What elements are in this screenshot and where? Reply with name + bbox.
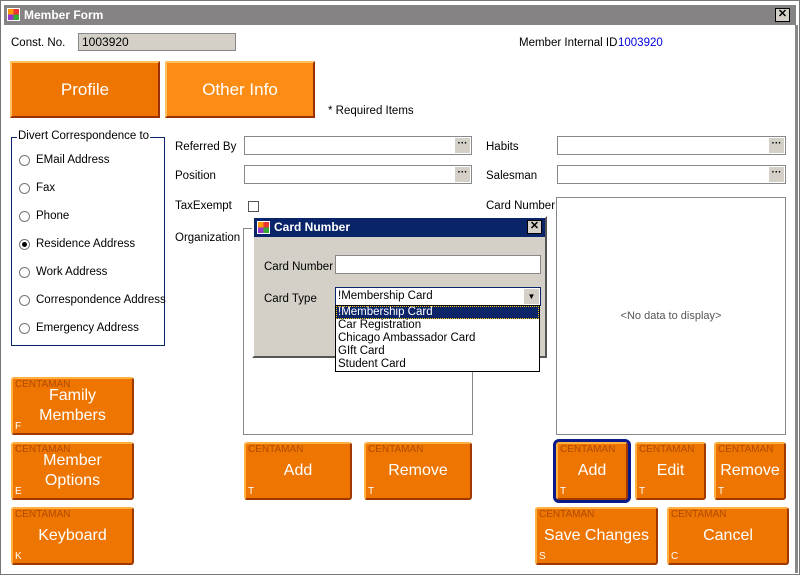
card-type-label: Card Type	[264, 293, 317, 305]
window-edge	[795, 25, 798, 573]
shortcut-key: F	[15, 421, 22, 432]
dialog-card-number-label: Card Number	[264, 261, 334, 273]
brand-text: CENTAMAN	[718, 444, 774, 455]
radio-button[interactable]	[19, 323, 30, 334]
ellipsis-button[interactable]: ···	[769, 167, 784, 182]
position-field[interactable]: ···	[244, 165, 472, 184]
radio-button[interactable]	[19, 267, 30, 278]
card-type-value: !Membership Card	[338, 290, 433, 302]
card-type-dropdown-list: !Membership Card Car Registration Chicago …	[335, 305, 540, 372]
family-button[interactable]: CENTAMAN Family Members F	[11, 377, 134, 435]
brand-text: CENTAMAN	[539, 509, 595, 520]
options-button[interactable]: CENTAMAN Member Options E	[11, 442, 134, 500]
shortcut-key: T	[560, 486, 567, 497]
cancel-button[interactable]: CENTAMAN Cancel C	[667, 507, 789, 565]
brand-text: CENTAMAN	[15, 509, 71, 520]
dialog-title-bar: Card Number ✕	[254, 218, 545, 237]
member-internal-id-value: 1003920	[618, 37, 663, 49]
radio-label: Phone	[36, 210, 70, 222]
radio-button[interactable]	[19, 183, 30, 194]
shortcut-key: S	[539, 551, 546, 562]
card-type-select[interactable]: !Membership Card ▼	[335, 287, 541, 306]
chevron-down-icon[interactable]: ▼	[524, 289, 539, 304]
radio-label: Fax	[36, 182, 56, 194]
divert-legend: Divert Correspondence to	[17, 130, 151, 142]
radio-label: Correspondence Address	[36, 294, 166, 306]
member-internal-id-label: Member Internal ID	[519, 37, 618, 49]
habits-field[interactable]: ···	[557, 136, 786, 155]
radio-label: EMail Address	[36, 154, 110, 166]
position-label: Position	[175, 170, 216, 182]
button-label: Member Options	[43, 452, 102, 489]
brand-text: CENTAMAN	[368, 444, 424, 455]
card-type-option[interactable]: Student Card	[336, 358, 539, 371]
tab-profile[interactable]: Profile	[10, 61, 160, 118]
title-bar: Member Form ✕	[4, 5, 796, 25]
salesman-field[interactable]: ···	[557, 165, 786, 184]
close-button[interactable]: ✕	[775, 8, 790, 22]
shortcut-key: K	[15, 551, 22, 562]
dialog-close-button[interactable]: ✕	[527, 220, 542, 234]
button-label: Remove	[720, 462, 780, 479]
brand-text: CENTAMAN	[560, 444, 616, 455]
button-label: Cancel	[703, 527, 753, 544]
button-label: Remove	[388, 462, 448, 479]
button-label: Edit	[656, 462, 685, 479]
card-remove-button[interactable]: CENTAMAN Remove T	[714, 442, 786, 500]
tax-exempt-label: TaxExempt	[175, 200, 232, 212]
button-label: Add	[283, 462, 313, 479]
shortcut-key: T	[718, 486, 725, 497]
organization-label: Organization	[175, 232, 241, 244]
shortcut-key: T	[248, 486, 255, 497]
shortcut-key: E	[15, 486, 22, 497]
org-remove-button[interactable]: CENTAMAN Remove T	[364, 442, 472, 500]
habits-label: Habits	[486, 141, 519, 153]
app-icon	[7, 8, 20, 21]
brand-text: CENTAMAN	[671, 509, 727, 520]
card-type-option[interactable]: Car Registration	[336, 319, 539, 332]
referred-by-field[interactable]: ···	[244, 136, 472, 155]
card-number-grid[interactable]: <No data to display>	[556, 197, 786, 435]
app-icon	[257, 221, 270, 234]
tax-exempt-checkbox[interactable]	[248, 201, 259, 212]
const-no-field[interactable]: 1003920	[78, 33, 236, 51]
radio-label: Residence Address	[36, 238, 136, 250]
required-note: * Required Items	[328, 105, 414, 117]
referred-by-label: Referred By	[175, 141, 237, 153]
card-add-button[interactable]: CENTAMAN Add T	[556, 442, 628, 500]
radio-label: Work Address	[36, 266, 108, 278]
ellipsis-button[interactable]: ···	[455, 167, 470, 182]
radio-button[interactable]	[19, 155, 30, 166]
card-type-option[interactable]: !Membership Card	[336, 306, 539, 319]
save-button[interactable]: CENTAMAN Save Changes S	[535, 507, 658, 565]
card-number-label: Card Number	[486, 200, 556, 212]
radio-button[interactable]	[19, 239, 30, 250]
salesman-label: Salesman	[486, 170, 538, 182]
brand-text: CENTAMAN	[639, 444, 695, 455]
button-label: Add	[577, 462, 607, 479]
shortcut-key: T	[639, 486, 646, 497]
const-no-label: Const. No.	[11, 37, 66, 49]
brand-text: CENTAMAN	[248, 444, 304, 455]
window-title: Member Form	[24, 8, 104, 22]
ellipsis-button[interactable]: ···	[455, 138, 470, 153]
button-label: Family Members	[39, 387, 106, 424]
radio-button[interactable]	[19, 295, 30, 306]
ellipsis-button[interactable]: ···	[769, 138, 784, 153]
button-label: Save Changes	[544, 527, 649, 544]
card-edit-button[interactable]: CENTAMAN Edit T	[635, 442, 706, 500]
radio-button[interactable]	[19, 211, 30, 222]
no-data-text: <No data to display>	[620, 310, 722, 322]
keyboard-button[interactable]: CENTAMAN Keyboard K	[11, 507, 134, 565]
org-add-button[interactable]: CENTAMAN Add T	[244, 442, 352, 500]
shortcut-key: C	[671, 551, 679, 562]
tab-other-info[interactable]: Other Info	[165, 61, 315, 118]
radio-label: Emergency Address	[36, 322, 139, 334]
button-label: Keyboard	[38, 527, 107, 544]
card-type-option[interactable]: GIft Card	[336, 345, 539, 358]
card-type-option[interactable]: Chicago Ambassador Card	[336, 332, 539, 345]
dialog-title: Card Number	[274, 220, 351, 234]
shortcut-key: T	[368, 486, 375, 497]
dialog-card-number-input[interactable]	[335, 255, 541, 274]
